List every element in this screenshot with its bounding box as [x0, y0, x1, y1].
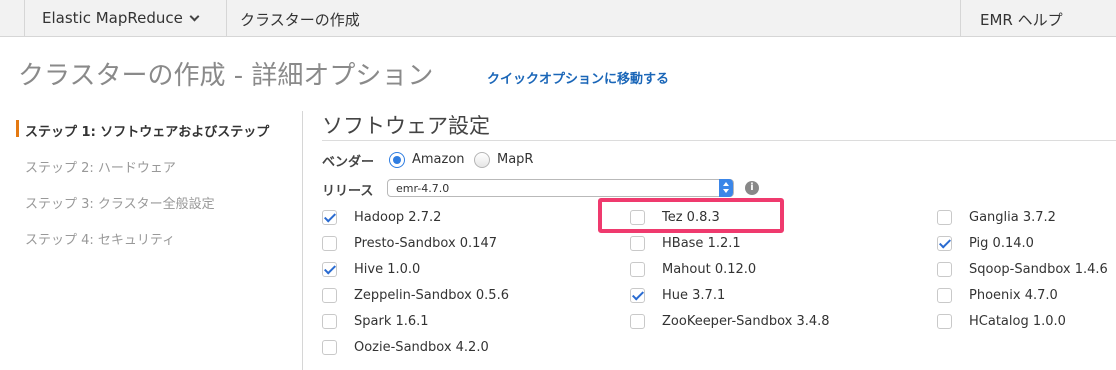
hue-checkbox[interactable]: [630, 288, 645, 303]
step-3-general-settings[interactable]: ステップ 3: クラスター全般設定: [25, 193, 215, 212]
spark-checkbox[interactable]: [322, 314, 337, 329]
hive-checkbox[interactable]: [322, 262, 337, 277]
zeppelin-sandbox-label: Zeppelin-Sandbox 0.5.6: [354, 288, 509, 303]
hadoop-checkbox[interactable]: [322, 210, 337, 225]
page-title: クラスターの作成 - 詳細オプション: [18, 61, 434, 91]
phoenix-checkbox[interactable]: [937, 288, 952, 303]
nav-divider: [226, 0, 227, 37]
vendor-label: ベンダー: [322, 155, 375, 170]
hadoop-label: Hadoop 2.7.2: [354, 210, 442, 225]
tez-highlight-box: [598, 198, 784, 233]
zeppelin-sandbox-checkbox[interactable]: [322, 288, 337, 303]
active-step-indicator: [16, 120, 19, 137]
oozie-sandbox-label: Oozie-Sandbox 4.2.0: [354, 340, 489, 355]
help-menu[interactable]: EMR ヘルプ: [980, 9, 1063, 30]
oozie-sandbox-checkbox[interactable]: [322, 340, 337, 355]
presto-sandbox-label: Presto-Sandbox 0.147: [354, 236, 497, 251]
presto-sandbox-checkbox[interactable]: [322, 236, 337, 251]
info-icon[interactable]: i: [745, 181, 759, 195]
mahout-label: Mahout 0.12.0: [662, 262, 757, 277]
step-1-software-and-steps[interactable]: ステップ 1: ソフトウェアおよびステップ: [25, 121, 269, 140]
hbase-label: HBase 1.2.1: [662, 236, 741, 251]
sqoop-sandbox-label: Sqoop-Sandbox 1.4.6: [969, 262, 1108, 277]
release-selected-value: emr-4.7.0: [396, 182, 450, 195]
vendor-amazon-radio[interactable]: [389, 152, 405, 168]
zookeeper-sandbox-checkbox[interactable]: [630, 314, 645, 329]
software-configuration-heading: ソフトウェア設定: [322, 114, 490, 138]
hcatalog-label: HCatalog 1.0.0: [969, 314, 1066, 329]
hbase-checkbox[interactable]: [630, 236, 645, 251]
hive-label: Hive 1.0.0: [354, 262, 421, 277]
breadcrumb: クラスターの作成: [240, 11, 360, 29]
phoenix-label: Phoenix 4.7.0: [969, 288, 1058, 303]
sidebar-divider: [302, 111, 303, 370]
mahout-checkbox[interactable]: [630, 262, 645, 277]
release-label: リリース: [322, 184, 374, 199]
quick-options-link[interactable]: クイックオプションに移動する: [487, 68, 669, 87]
top-navigation-bar: Elastic MapReduce クラスターの作成 EMR ヘルプ: [0, 0, 1116, 37]
step-4-security[interactable]: ステップ 4: セキュリティ: [25, 229, 175, 248]
pig-checkbox[interactable]: [937, 236, 952, 251]
section-divider: [322, 140, 1116, 141]
release-select[interactable]: emr-4.7.0: [387, 179, 734, 197]
chevron-down-icon: [189, 11, 200, 22]
step-2-hardware[interactable]: ステップ 2: ハードウェア: [25, 157, 176, 176]
nav-divider: [960, 0, 961, 37]
hue-label: Hue 3.7.1: [662, 288, 726, 303]
sqoop-sandbox-checkbox[interactable]: [937, 262, 952, 277]
vendor-amazon-label: Amazon: [412, 152, 465, 167]
hcatalog-checkbox[interactable]: [937, 314, 952, 329]
spark-label: Spark 1.6.1: [354, 314, 429, 329]
nav-divider: [24, 0, 25, 37]
ganglia-label: Ganglia 3.7.2: [969, 210, 1056, 225]
ganglia-checkbox[interactable]: [937, 210, 952, 225]
vendor-mapr-radio[interactable]: [474, 152, 490, 168]
select-arrows-icon: [719, 179, 733, 197]
service-menu[interactable]: Elastic MapReduce: [42, 9, 200, 27]
pig-label: Pig 0.14.0: [969, 236, 1034, 251]
vendor-mapr-label: MapR: [497, 152, 534, 167]
zookeeper-sandbox-label: ZooKeeper-Sandbox 3.4.8: [662, 314, 830, 329]
service-menu-label: Elastic MapReduce: [42, 9, 183, 27]
